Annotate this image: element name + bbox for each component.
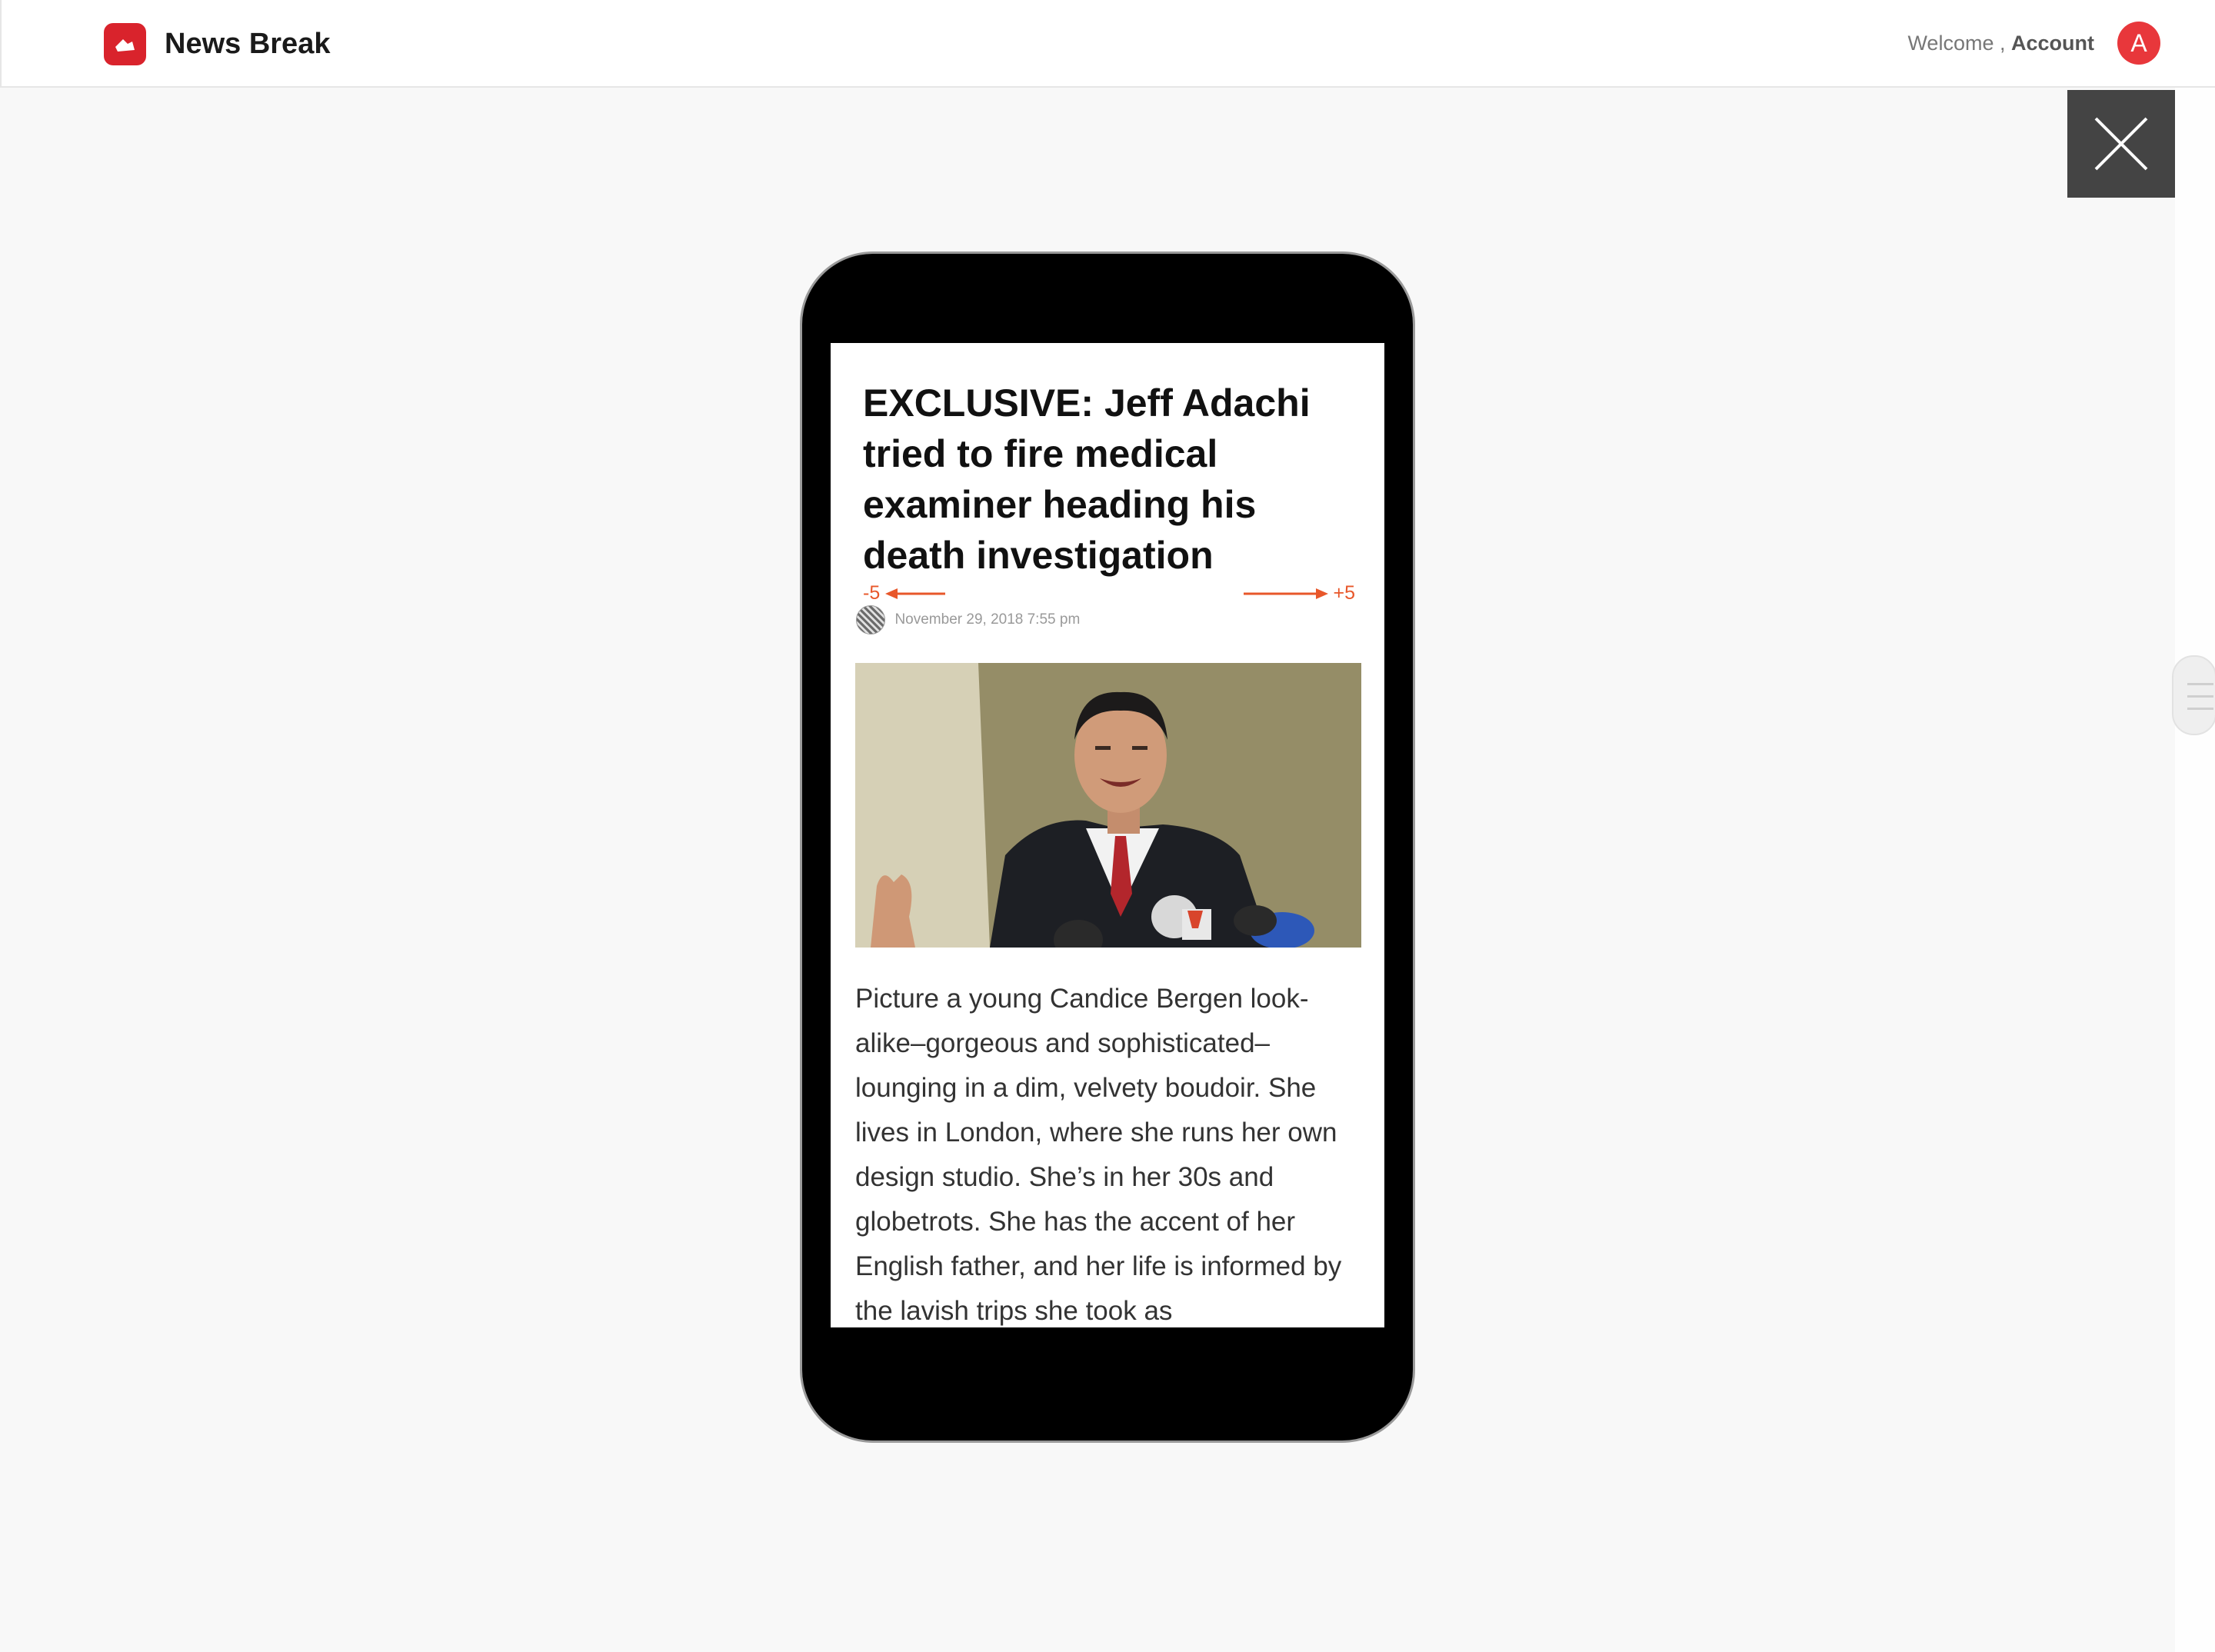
swipe-right-value: +5	[1333, 582, 1355, 604]
account-link[interactable]: Account	[2011, 32, 2094, 55]
arrow-left-icon	[885, 588, 946, 600]
right-scroll-strip	[2175, 88, 2215, 1652]
swipe-right-indicator: +5	[1243, 582, 1355, 604]
publisher-avatar	[856, 605, 885, 634]
welcome-text: Welcome ,	[1907, 32, 2006, 55]
close-icon	[2094, 117, 2148, 171]
publish-date: November 29, 2018 7:55 pm	[894, 611, 1081, 628]
article-meta: November 29, 2018 7:55 pm	[856, 605, 1080, 635]
side-drawer-handle[interactable]	[2172, 655, 2215, 735]
arrow-right-icon	[1243, 588, 1328, 600]
newsbreak-logo-icon[interactable]	[104, 23, 146, 65]
welcome-area: Welcome , Account	[1907, 23, 2094, 63]
article-body: Picture a young Candice Bergen look-alik…	[855, 984, 1342, 1326]
user-avatar[interactable]: A	[2117, 22, 2160, 65]
swipe-left-value: -5	[863, 582, 881, 604]
article-headline: EXCLUSIVE: Jeff Adachi tried to fire med…	[863, 381, 1311, 577]
top-navigation-bar: News Break Welcome , Account A	[0, 0, 2215, 88]
swipe-left-indicator: -5	[863, 582, 947, 604]
brand-name[interactable]: News Break	[165, 23, 330, 65]
article-preview-screen[interactable]: EXCLUSIVE: Jeff Adachi tried to fire med…	[831, 343, 1384, 1327]
close-button[interactable]	[2067, 90, 2175, 198]
article-photo	[855, 663, 1361, 948]
